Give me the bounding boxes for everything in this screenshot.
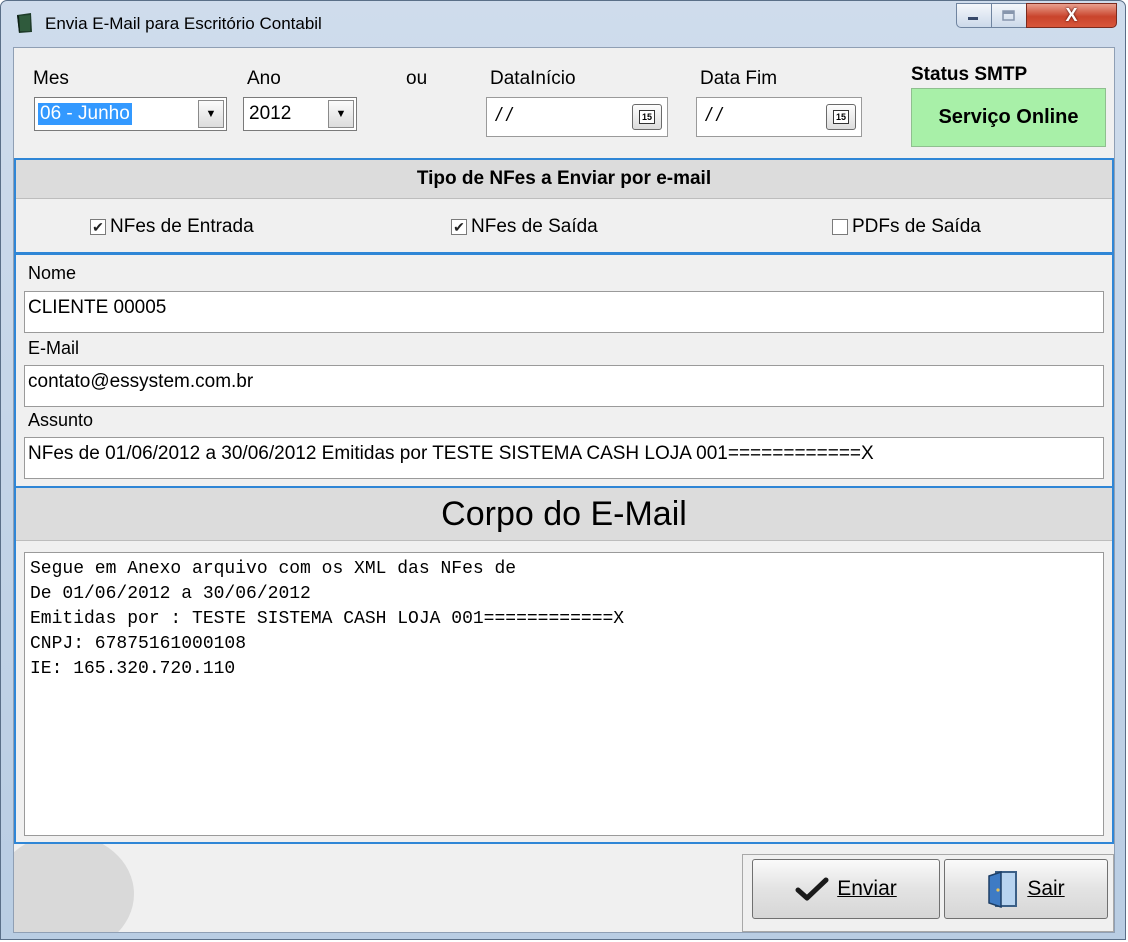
assunto-field[interactable]: NFes de 01/06/2012 a 30/06/2012 Emitidas… xyxy=(24,437,1104,479)
data-fim-value: / / xyxy=(706,105,722,126)
data-inicio-field[interactable]: / / 15 xyxy=(486,97,668,137)
window-title: Envia E-Mail para Escritório Contabil xyxy=(45,14,322,33)
mes-label: Mes xyxy=(33,68,69,89)
tipo-nfes-header: Tipo de NFes a Enviar por e-mail xyxy=(16,160,1112,199)
nome-field[interactable]: CLIENTE 00005 xyxy=(24,291,1104,333)
title-bar[interactable]: Envia E-Mail para Escritório Contabil X xyxy=(1,1,1125,45)
nome-label: Nome xyxy=(28,263,77,283)
enviar-button[interactable]: Enviar xyxy=(752,859,940,919)
nfes-saida-label: NFes de Saída xyxy=(471,216,598,237)
maximize-button[interactable] xyxy=(991,3,1027,28)
data-inicio-value: / / xyxy=(496,105,512,126)
corpo-textarea[interactable]: Segue em Anexo arquivo com os XML das NF… xyxy=(24,552,1104,836)
close-icon: X xyxy=(1065,5,1078,25)
checkbox-unchecked-icon xyxy=(832,219,848,235)
chevron-down-icon[interactable]: ▼ xyxy=(328,100,354,128)
decorative-circle xyxy=(14,844,134,932)
chevron-down-icon[interactable]: ▼ xyxy=(198,100,224,128)
enviar-label: Enviar xyxy=(837,877,897,900)
minimize-icon xyxy=(968,16,978,20)
ano-select[interactable]: 2012 ▼ xyxy=(243,97,357,131)
pdfs-saida-label: PDFs de Saída xyxy=(852,216,981,237)
calendar-button[interactable]: 15 xyxy=(826,104,856,130)
client-area: Mes 06 - Junho ▼ Ano 2012 ▼ ou DataIníci… xyxy=(13,47,1115,933)
corpo-line: CNPJ: 67875161000108 xyxy=(30,634,247,654)
corpo-line: Emitidas por : TESTE SISTEMA CASH LOJA 0… xyxy=(30,609,625,629)
calendar-icon: 15 xyxy=(833,110,849,124)
checkbox-checked-icon: ✔ xyxy=(90,219,106,235)
email-label: E-Mail xyxy=(28,338,80,358)
assunto-label: Assunto xyxy=(28,410,94,430)
checkbox-checked-icon: ✔ xyxy=(451,219,467,235)
corpo-header: Corpo do E-Mail xyxy=(16,488,1112,541)
app-window: Envia E-Mail para Escritório Contabil X … xyxy=(0,0,1126,940)
filters-panel: Mes 06 - Junho ▼ Ano 2012 ▼ ou DataIníci… xyxy=(14,48,1114,158)
calendar-button[interactable]: 15 xyxy=(632,104,662,130)
calendar-icon: 15 xyxy=(639,110,655,124)
nfes-entrada-checkbox[interactable]: ✔ NFes de Entrada xyxy=(90,216,254,238)
mes-select-value: 06 - Junho xyxy=(38,103,132,125)
close-button[interactable]: X xyxy=(1026,3,1117,28)
checkmark-icon xyxy=(795,877,829,901)
recipient-panel: Nome CLIENTE 00005 E-Mail contato@essyst… xyxy=(14,253,1114,488)
app-icon xyxy=(17,13,32,33)
corpo-panel: Corpo do E-Mail Segue em Anexo arquivo c… xyxy=(14,486,1114,844)
data-fim-label: Data Fim xyxy=(700,68,778,89)
data-fim-field[interactable]: / / 15 xyxy=(696,97,862,137)
status-smtp-badge: Serviço Online xyxy=(911,88,1106,147)
ano-select-value: 2012 xyxy=(249,103,292,124)
footer-bar: Enviar Sair xyxy=(14,844,1114,932)
sair-label: Sair xyxy=(1027,877,1065,900)
data-inicio-label: DataInício xyxy=(490,68,576,89)
minimize-button[interactable] xyxy=(956,3,992,28)
tipo-nfes-panel: Tipo de NFes a Enviar por e-mail ✔ NFes … xyxy=(14,158,1114,254)
email-field[interactable]: contato@essystem.com.br xyxy=(24,365,1104,407)
corpo-line: De 01/06/2012 a 30/06/2012 xyxy=(30,584,311,604)
corpo-line: Segue em Anexo arquivo com os XML das NF… xyxy=(30,559,517,579)
status-smtp-label: Status SMTP xyxy=(911,64,1028,85)
exit-door-icon xyxy=(987,870,1019,908)
ou-label: ou xyxy=(406,68,428,89)
sair-button[interactable]: Sair xyxy=(944,859,1108,919)
ano-label: Ano xyxy=(247,68,281,89)
corpo-line: IE: 165.320.720.110 xyxy=(30,659,236,679)
maximize-icon xyxy=(1002,9,1015,21)
mes-select[interactable]: 06 - Junho ▼ xyxy=(34,97,227,131)
nfes-saida-checkbox[interactable]: ✔ NFes de Saída xyxy=(451,216,598,238)
pdfs-saida-checkbox[interactable]: PDFs de Saída xyxy=(832,216,981,238)
nfes-entrada-label: NFes de Entrada xyxy=(110,216,254,237)
